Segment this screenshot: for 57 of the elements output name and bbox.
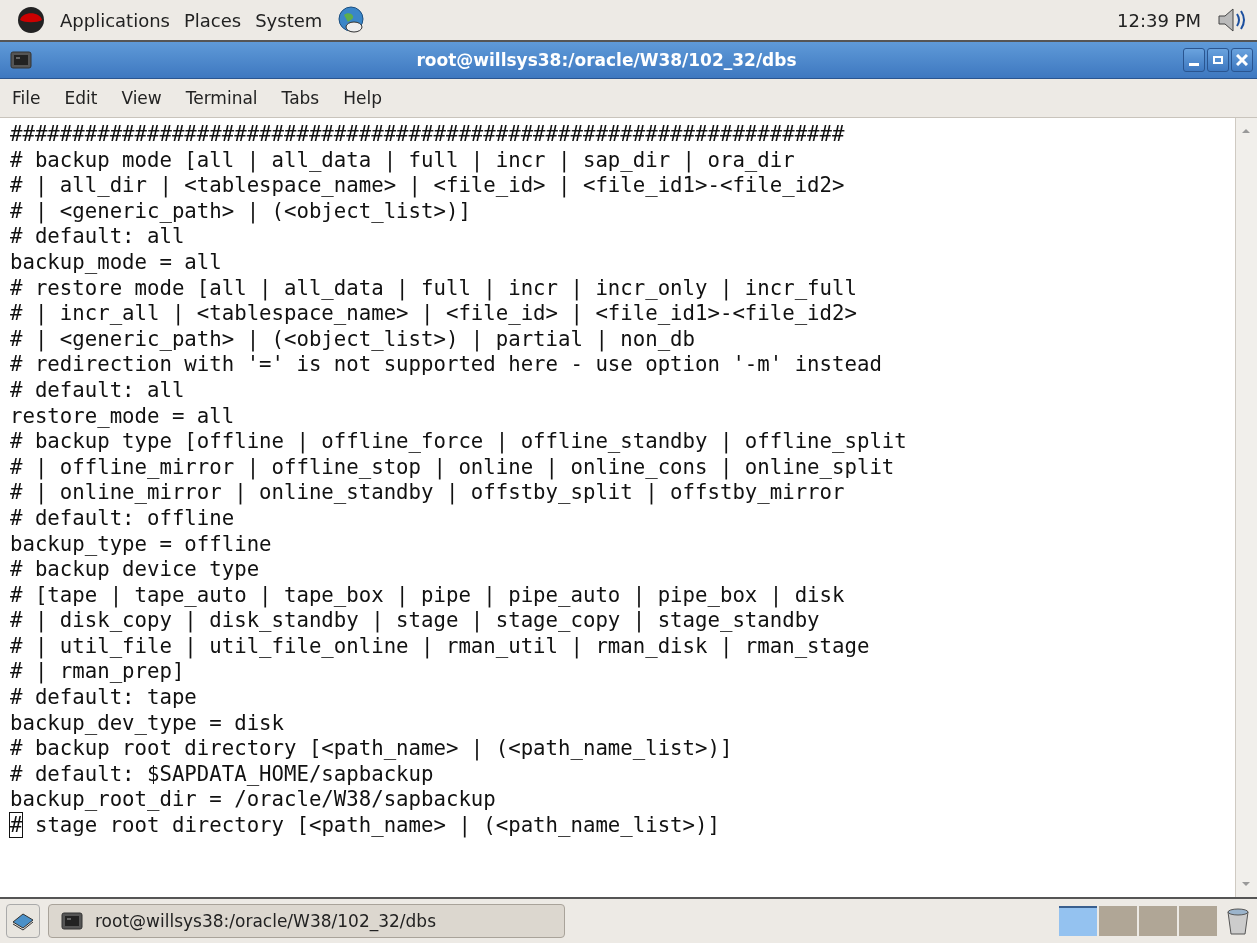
terminal-icon	[61, 912, 83, 930]
terminal-line: # default: all	[10, 377, 186, 404]
close-icon	[1236, 54, 1248, 66]
workspace-switcher-item[interactable]	[1099, 906, 1137, 936]
terminal-line: # default: $SAPDATA_HOME/sapbackup	[10, 761, 435, 788]
close-button[interactable]	[1231, 48, 1253, 72]
menu-item[interactable]: File	[12, 88, 41, 108]
terminal-line: # | <generic_path> | (<object_list>)]	[10, 198, 472, 225]
trash-icon[interactable]	[1225, 906, 1251, 936]
workspace-switcher-item[interactable]	[1059, 906, 1097, 936]
terminal-line: # backup mode [all | all_data | full | incr | sap_dir | ora_dir	[10, 147, 796, 174]
maximize-icon	[1213, 55, 1223, 65]
terminal-line: # restore mode [all | all_data | full | incr | incr_only | incr_full	[10, 275, 858, 302]
terminal-line: # | online_mirror | online_standby | offstby_split | offstby_mirror	[10, 480, 846, 506]
taskbar-window-button[interactable]: root@willsys38:/oracle/W38/102_32/dbs	[48, 904, 565, 938]
terminal-line: # | <generic_path> | (<object_list>) | partial | non_db	[10, 326, 697, 353]
terminal-line: # default: all	[10, 224, 186, 250]
show-desktop-button[interactable]	[6, 904, 40, 938]
terminal-line: # | rman_prep]	[10, 659, 186, 686]
terminal-line: backup_dev_type = disk	[10, 710, 285, 737]
terminal-line: # stage root directory [<path_name> | (<path_name_list>)]	[10, 813, 721, 839]
terminal-line: ###################################################################	[10, 122, 846, 148]
menu-item[interactable]: Edit	[64, 88, 98, 108]
terminal-line: # default: offline	[10, 505, 236, 532]
terminal-line: # | incr_all | <tablespace_name> | <file_id> | <file_id1>-<file_id2>	[10, 301, 858, 327]
terminal-line: backup_type = offline	[10, 531, 273, 558]
window-title: root@willsys38:/oracle/W38/102_32/dbs	[415, 50, 798, 70]
panel-menu[interactable]: Applications	[60, 9, 170, 31]
panel-menu[interactable]: System	[255, 9, 323, 31]
hat-logo-icon[interactable]	[16, 6, 46, 34]
terminal-line: # [tape | tape_auto | tape_box | pipe | pipe_auto | pipe_box | disk	[10, 582, 846, 609]
menu-item[interactable]: Terminal	[185, 88, 258, 108]
globe-icon[interactable]	[336, 6, 367, 34]
terminal-line: restore_mode = all	[10, 403, 236, 430]
terminal-line: # | disk_copy | disk_standby | stage | stage_copy | stage_standby	[10, 608, 821, 634]
terminal-line: # default: tape	[10, 685, 198, 711]
terminal-line: # redirection with '=' is not supported here - use option '-m' instead	[10, 352, 883, 378]
terminal-line: # | all_dir | <tablespace_name> | <file_id> | <file_id1>-<file_id2>	[10, 173, 846, 199]
terminal-line: # backup type [offline | offline_force | offline_standby | offline_split	[10, 429, 908, 455]
terminal-line: backup_root_dir = /oracle/W38/sapbackup	[10, 787, 497, 814]
maximize-button[interactable]	[1207, 48, 1229, 72]
minimize-button[interactable]	[1183, 48, 1205, 72]
terminal-icon	[10, 51, 32, 69]
minimize-icon	[1189, 62, 1199, 66]
terminal-line: # backup device type	[10, 557, 261, 583]
workspace-switcher-item[interactable]	[1139, 906, 1177, 936]
terminal-line: # | offline_mirror | offline_stop | online | online_cons | online_split	[10, 454, 896, 481]
menu-item[interactable]: Tabs	[281, 88, 320, 108]
menu-item[interactable]: Help	[343, 88, 382, 108]
terminal-line: backup_mode = all	[10, 249, 223, 276]
text-cursor: #	[10, 813, 23, 838]
terminal-line: # | util_file | util_file_online | rman_util | rman_disk | rman_stage	[10, 633, 871, 660]
menu-item[interactable]: View	[121, 88, 162, 108]
panel-menu[interactable]: Places	[183, 9, 242, 31]
clock[interactable]: 12:39 PM	[1117, 9, 1201, 31]
workspace-switcher-item[interactable]	[1179, 906, 1217, 936]
terminal-line: # backup root directory [<path_name> | (<path_name_list>)]	[10, 736, 734, 762]
